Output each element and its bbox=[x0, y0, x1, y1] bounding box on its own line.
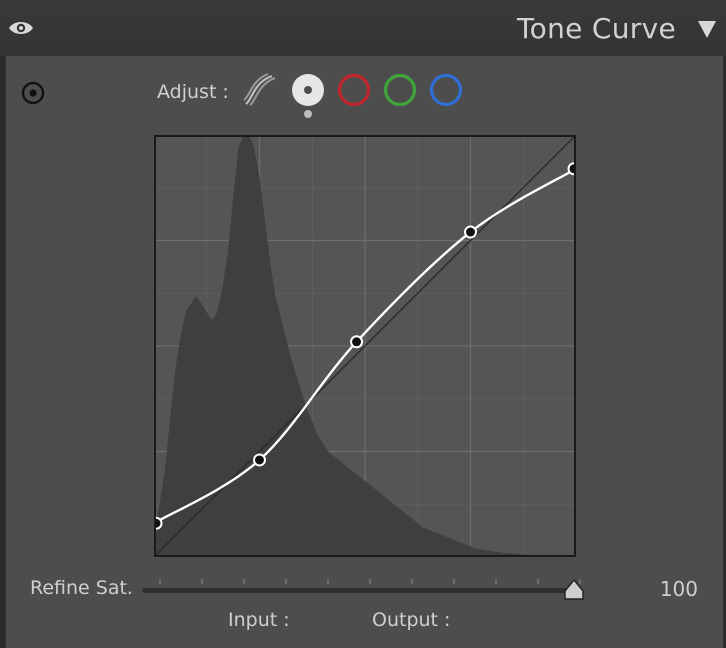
white-point-circle-icon[interactable] bbox=[290, 72, 326, 108]
parametric-curve-icon[interactable] bbox=[242, 72, 278, 108]
triangle-down-icon[interactable] bbox=[696, 18, 718, 40]
panel-header[interactable]: Tone Curve bbox=[0, 0, 726, 57]
target-adjust-icon[interactable] bbox=[20, 80, 46, 106]
red-circle-icon[interactable] bbox=[336, 72, 372, 108]
selected-channel-indicator bbox=[304, 110, 312, 118]
blue-circle-icon[interactable] bbox=[428, 72, 464, 108]
adjust-label: Adjust : bbox=[157, 81, 229, 103]
tone-curve-graph[interactable] bbox=[154, 135, 576, 557]
refine-saturation-value[interactable]: 100 bbox=[640, 577, 698, 601]
refine-saturation-label: Refine Sat. bbox=[30, 577, 133, 599]
panel-title: Tone Curve bbox=[517, 12, 676, 45]
input-label: Input : bbox=[228, 609, 290, 631]
slider-track bbox=[142, 588, 578, 593]
curve-control-point[interactable] bbox=[464, 225, 477, 239]
output-label: Output : bbox=[372, 609, 451, 631]
refine-saturation-slider[interactable] bbox=[140, 572, 590, 606]
curve-control-point[interactable] bbox=[350, 335, 364, 349]
eye-icon[interactable] bbox=[8, 16, 34, 40]
green-circle-icon[interactable] bbox=[382, 72, 418, 108]
curve-control-point[interactable] bbox=[253, 453, 266, 467]
slider-ticks bbox=[159, 579, 581, 584]
